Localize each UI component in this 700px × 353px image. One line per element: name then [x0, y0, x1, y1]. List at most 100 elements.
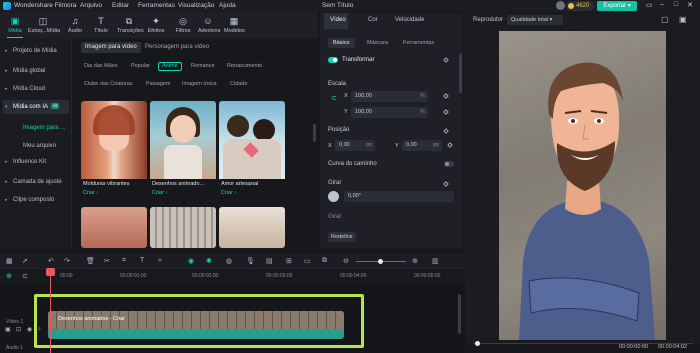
keyframe-icon[interactable]	[443, 128, 449, 134]
media-scrollbar[interactable]	[313, 124, 316, 142]
tool-media[interactable]: ▣ Mídia	[5, 14, 25, 38]
zoom-out-icon[interactable]: ⊖	[343, 257, 349, 265]
keyframe-icon[interactable]	[443, 109, 449, 115]
category-mothers-day[interactable]: Dia das Mães	[81, 62, 121, 71]
subtitle-icon[interactable]: ▭	[304, 257, 311, 265]
motion-track-icon[interactable]: ✺	[206, 257, 212, 265]
tool-transitions[interactable]: ⧉ Transições	[117, 14, 144, 38]
magnet-icon[interactable]: ⊂	[22, 272, 28, 280]
zoom-in-icon[interactable]: ⊕	[412, 257, 418, 265]
category-romance[interactable]: Romance	[188, 62, 218, 71]
rotate-dial[interactable]	[328, 191, 339, 202]
timeline-scrollbar[interactable]	[458, 294, 461, 334]
timeline-settings-icon[interactable]: ▥	[432, 257, 439, 265]
fullscreen-icon[interactable]: ▣	[679, 15, 687, 24]
template-card[interactable]	[219, 207, 285, 248]
track-lock-icon[interactable]: ⊡	[16, 326, 21, 333]
sidebar-item-compound-clip[interactable]: ▸ Clipe composto	[3, 193, 69, 207]
category-popular[interactable]: Popular	[128, 62, 153, 71]
rotate-field[interactable]: 0,00°	[344, 191, 454, 202]
props-scrollbar[interactable]	[459, 53, 462, 93]
create-link[interactable]: Criar ›	[83, 190, 98, 196]
link-icon[interactable]: ⧉	[322, 257, 327, 265]
points-badge[interactable]: 4620	[566, 1, 594, 11]
tab-video[interactable]: Vídeo	[330, 17, 346, 23]
split-icon[interactable]: ✂	[104, 257, 110, 265]
sidebar-item-global-media[interactable]: ▸ Mídia global	[3, 64, 69, 78]
playhead[interactable]	[50, 268, 51, 353]
transform-toggle[interactable]	[328, 57, 338, 63]
mic-icon[interactable]: 🎙	[246, 257, 255, 265]
minimize-icon[interactable]: –	[656, 1, 668, 11]
create-link[interactable]: Criar ›	[152, 190, 167, 196]
menu-arquivo[interactable]: Arquivo	[80, 2, 102, 9]
layout-grid-icon[interactable]: ▦	[6, 257, 13, 265]
tool-title[interactable]: T Título	[91, 14, 111, 38]
delete-icon[interactable]: 🗑	[86, 257, 95, 265]
tool-filters[interactable]: ◎ Filtros	[173, 14, 193, 38]
sidebar-item-my-file[interactable]: Meu arquivo	[3, 139, 69, 153]
subtab-basic[interactable]: Básico	[328, 38, 355, 48]
add-track-icon[interactable]: ⊕	[6, 272, 12, 280]
avatar[interactable]	[556, 1, 565, 10]
quality-select[interactable]: Qualidade total ▾	[507, 15, 563, 25]
close-icon[interactable]: ✕	[684, 1, 696, 11]
ai-cutout-icon[interactable]: ◉	[188, 257, 194, 265]
keyframe-icon[interactable]	[447, 142, 453, 148]
menu-ferramentas[interactable]: Ferramentas	[138, 2, 175, 9]
scale-y-field[interactable]: 100,00%	[351, 107, 428, 118]
pos-x-field[interactable]: 0,00 px	[335, 140, 375, 151]
subtab-tools[interactable]: Ferramentas	[398, 38, 439, 48]
sidebar-item-project-media[interactable]: ▸ Projeto de Mídia	[3, 44, 69, 58]
layout-icon[interactable]: ▭	[643, 1, 655, 11]
keyframe-icon[interactable]	[443, 181, 449, 187]
marker-icon[interactable]: ▤	[266, 257, 273, 265]
tab-color[interactable]: Cor	[368, 17, 378, 23]
category-anime[interactable]: Anime	[158, 62, 182, 71]
reset-button[interactable]: Redefinir	[328, 232, 356, 242]
sidebar-item-ai-media[interactable]: ▾ Mídia com IA AI	[3, 100, 69, 114]
template-card[interactable]: Molduras vibrantes Criar ›	[81, 101, 147, 203]
lock-ratio-icon[interactable]: ⊂	[331, 94, 337, 102]
menu-ajuda[interactable]: Ajuda	[219, 2, 236, 9]
tool-effects[interactable]: ✦ Efeitos	[146, 14, 166, 38]
sidebar-item-influence-kit[interactable]: ▸ Influence Kit	[3, 155, 69, 169]
path-curve-toggle[interactable]	[444, 161, 454, 167]
category-city[interactable]: Cidade	[227, 80, 250, 89]
crop-icon[interactable]: ⌗	[122, 257, 126, 265]
create-link[interactable]: Criar ›	[221, 190, 236, 196]
sidebar-item-adjustment-layer[interactable]: ▸ Camada de ajuste	[3, 175, 69, 189]
tool-templates[interactable]: ▦ Modelos	[224, 14, 245, 38]
category-renaissance[interactable]: Renascimento	[224, 62, 265, 71]
text-icon[interactable]: T	[140, 257, 144, 264]
timeline-ruler[interactable]: ⊕ ⊂ 00:00 00:00:01:00 00:00:02:00 00:00:…	[0, 268, 465, 282]
tab-character-to-video[interactable]: Personagem para vídeo	[141, 42, 213, 53]
video-canvas[interactable]	[499, 31, 666, 340]
zoom-slider-handle[interactable]	[378, 259, 383, 264]
keyframe-icon[interactable]	[443, 57, 449, 63]
redo-icon[interactable]: ↷	[64, 257, 70, 265]
export-button[interactable]: Exportar ▾	[597, 1, 637, 11]
category-single-image[interactable]: Imagem única	[179, 80, 220, 89]
keyframe-icon[interactable]	[443, 93, 449, 99]
category-creatures-club[interactable]: Clube das Criaturas	[81, 80, 136, 89]
template-card[interactable]	[81, 207, 147, 248]
template-card[interactable]	[150, 207, 216, 248]
menu-editar[interactable]: Editar	[112, 2, 129, 9]
sidebar-item-cloud-media[interactable]: ▸ Mídia Cloud	[3, 82, 69, 96]
pos-y-field[interactable]: 0,00 px	[402, 140, 442, 151]
select-cursor-icon[interactable]: ➚	[22, 257, 28, 265]
template-card[interactable]: Desenhos animado... Criar ›	[150, 101, 216, 203]
record-icon[interactable]: ◍	[226, 257, 232, 265]
snapshot-icon[interactable]: ▢	[661, 15, 669, 24]
sidebar-item-image-to-video[interactable]: Imagem para ...	[3, 121, 69, 135]
tab-image-to-video[interactable]: Imagem para vídeo	[81, 42, 141, 53]
scale-x-field[interactable]: 100,00%	[351, 91, 428, 102]
undo-icon[interactable]: ↶	[48, 257, 54, 265]
subtab-mask[interactable]: Máscara	[362, 38, 393, 48]
maximize-icon[interactable]: □	[670, 1, 682, 11]
tool-stickers[interactable]: ☺ Adesivos	[198, 14, 220, 38]
menu-visualizacao[interactable]: Visualização	[178, 2, 214, 9]
tab-speed[interactable]: Velocidade	[395, 17, 424, 23]
category-landscape[interactable]: Paisagem	[143, 80, 173, 89]
